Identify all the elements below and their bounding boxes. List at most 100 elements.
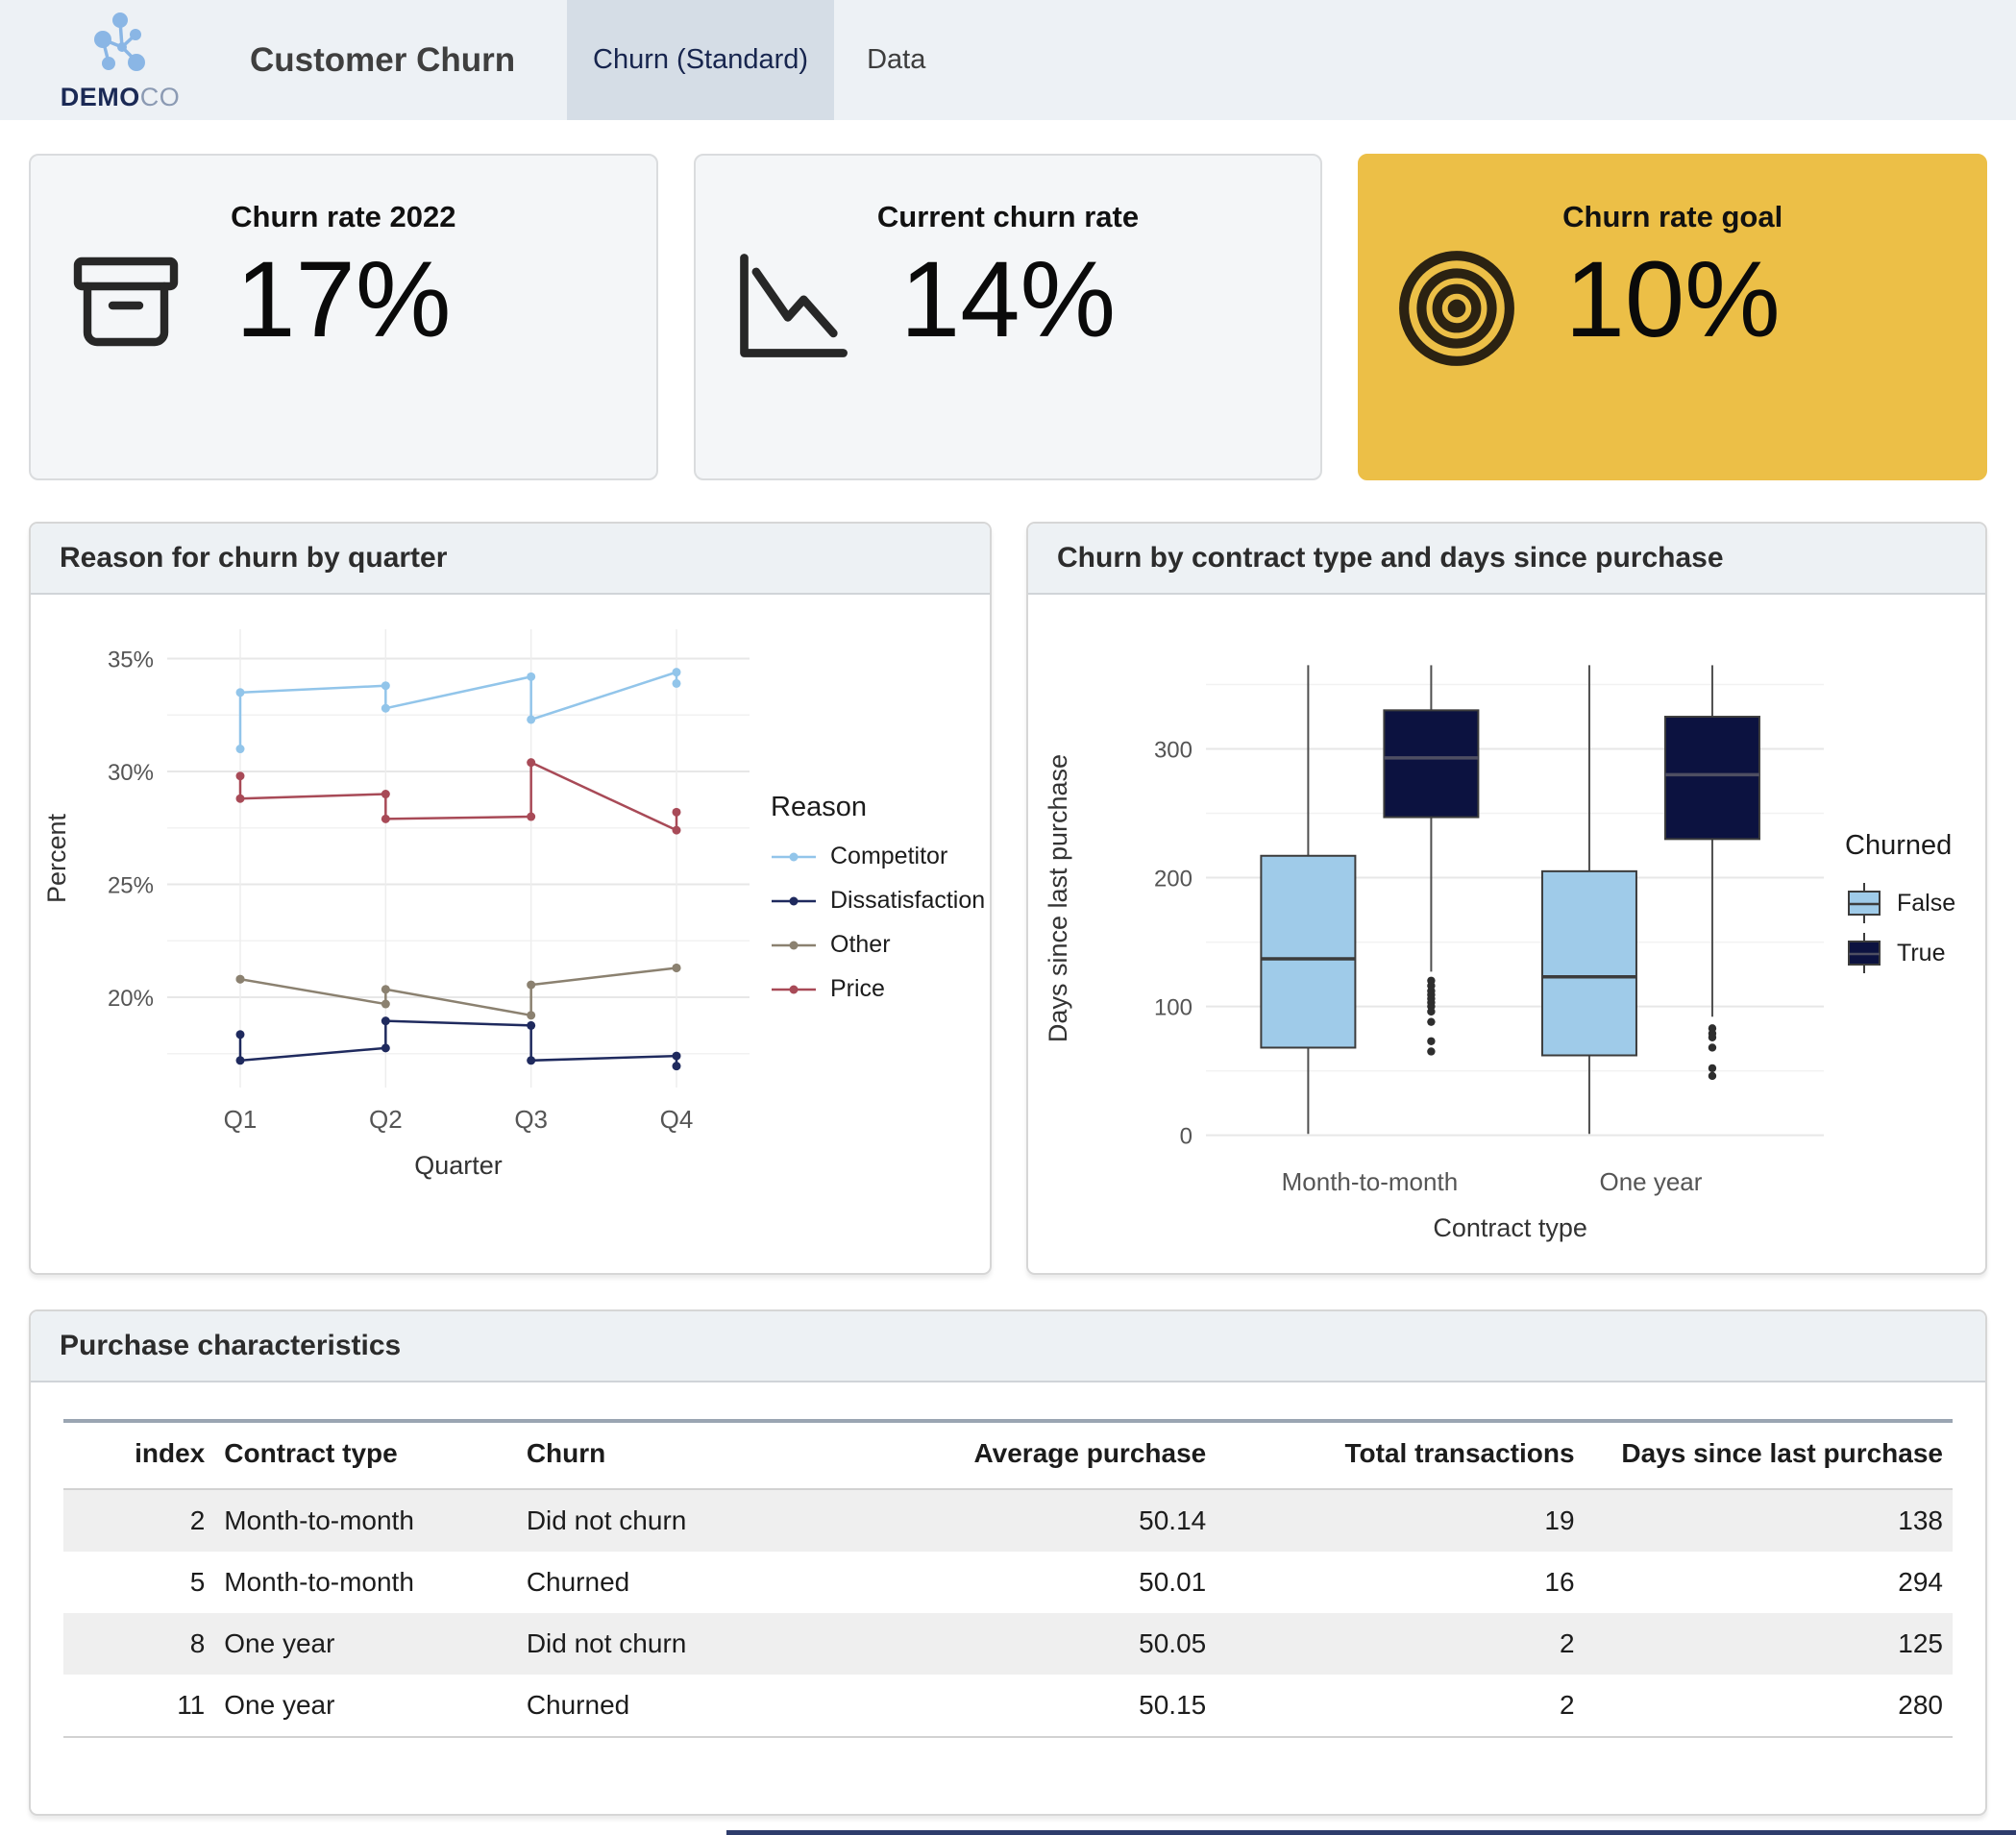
table-cell: 19 — [1216, 1489, 1584, 1552]
svg-text:Month-to-month: Month-to-month — [1282, 1167, 1459, 1196]
table-header-row: indexContract typeChurnAverage purchaseT… — [63, 1421, 1953, 1489]
brand-name-light: CO — [140, 83, 181, 111]
kpi-value: 17% — [31, 242, 656, 358]
svg-text:0: 0 — [1180, 1124, 1192, 1150]
table-cell: 50.14 — [838, 1489, 1216, 1552]
charts-row: Reason for churn by quarter 20%25%30%35%… — [29, 522, 1987, 1275]
box-chart-svg: 0100200300Month-to-monthOne yearDays sin… — [1028, 602, 1845, 1270]
svg-text:Q3: Q3 — [514, 1105, 548, 1134]
panel-purchase-characteristics: Purchase characteristics indexContract t… — [29, 1309, 1987, 1816]
column-header-days-since-last-purchase: Days since last purchase — [1585, 1421, 1953, 1489]
kpi-value: 14% — [696, 242, 1321, 358]
brand-name: DEMOCO — [61, 83, 181, 112]
brand-name-bold: DEMO — [61, 83, 140, 111]
tab-bar: Churn (Standard) Data — [567, 0, 958, 120]
svg-text:One year: One year — [1599, 1167, 1702, 1196]
legend-title: Churned — [1845, 830, 1985, 862]
kpi-label: Current churn rate — [696, 200, 1321, 234]
table-cell: 2 — [63, 1489, 214, 1552]
legend-label: False — [1897, 890, 1955, 918]
kpi-label: Churn rate 2022 — [31, 200, 656, 234]
legend-line-glyph — [771, 851, 817, 863]
svg-text:Contract type: Contract type — [1433, 1213, 1587, 1242]
svg-text:35%: 35% — [108, 648, 154, 673]
svg-text:25%: 25% — [108, 873, 154, 899]
purchase-characteristics-table: indexContract typeChurnAverage purchaseT… — [63, 1419, 1953, 1738]
table-cell: Month-to-month — [214, 1489, 517, 1552]
svg-text:100: 100 — [1154, 995, 1192, 1021]
legend-label: Competitor — [830, 843, 947, 870]
panel-title: Churn by contract type and days since pu… — [1057, 542, 1724, 575]
svg-text:30%: 30% — [108, 760, 154, 786]
legend-item-dissatisfaction: Dissatisfaction — [771, 887, 990, 915]
molecule-logo-icon — [85, 9, 156, 82]
table-cell: Did not churn — [517, 1613, 838, 1675]
line-chart-svg: 20%25%30%35%Q1Q2Q3Q4PercentQuarter — [31, 602, 771, 1270]
column-header-contract-type: Contract type — [214, 1421, 517, 1489]
table-cell: 2 — [1216, 1613, 1584, 1675]
table-cell: 11 — [63, 1675, 214, 1737]
page-title: Customer Churn — [250, 41, 515, 80]
legend-box-glyph — [1845, 931, 1883, 975]
panel-reason-by-quarter: Reason for churn by quarter 20%25%30%35%… — [29, 522, 992, 1275]
table-cell: One year — [214, 1675, 517, 1737]
svg-text:Percent: Percent — [42, 813, 71, 903]
panel-header: Churn by contract type and days since pu… — [1028, 524, 1985, 595]
table-row: 11One yearChurned50.152280 — [63, 1675, 1953, 1737]
legend-line-glyph — [771, 984, 817, 995]
table-row: 8One yearDid not churn50.052125 — [63, 1613, 1953, 1675]
table-cell: 294 — [1585, 1552, 1953, 1613]
brand-logo: DEMOCO — [44, 9, 196, 112]
legend-item-competitor: Competitor — [771, 843, 990, 870]
table-row: 5Month-to-monthChurned50.0116294 — [63, 1552, 1953, 1613]
legend-label: Price — [830, 975, 885, 1003]
svg-text:200: 200 — [1154, 867, 1192, 893]
legend-item-false: False — [1845, 881, 1985, 925]
line-chart-legend: Reason Competitor Dissatisfaction Other Pric… — [771, 595, 990, 1273]
table-cell: Churned — [517, 1552, 838, 1613]
table-cell: 5 — [63, 1552, 214, 1613]
table-cell: 280 — [1585, 1675, 1953, 1737]
table-cell: One year — [214, 1613, 517, 1675]
kpi-card-current-churn: Current churn rate 14% — [694, 154, 1323, 480]
svg-text:Q2: Q2 — [369, 1105, 403, 1134]
table-cell: 50.01 — [838, 1552, 1216, 1613]
kpi-card-churn-goal: Churn rate goal 10% — [1358, 154, 1987, 480]
table-cell: 16 — [1216, 1552, 1584, 1613]
kpi-label: Churn rate goal — [1360, 200, 1985, 234]
kpi-value: 10% — [1360, 242, 1985, 358]
table-cell: 138 — [1585, 1489, 1953, 1552]
legend-item-price: Price — [771, 975, 990, 1003]
tab-data[interactable]: Data — [834, 0, 958, 120]
table-cell: 125 — [1585, 1613, 1953, 1675]
legend-label: Other — [830, 931, 891, 959]
table-cell: Month-to-month — [214, 1552, 517, 1613]
table-cell: 50.05 — [838, 1613, 1216, 1675]
box-chart-body: 0100200300Month-to-monthOne yearDays sin… — [1028, 595, 1985, 1273]
legend-item-other: Other — [771, 931, 990, 959]
tab-churn-standard[interactable]: Churn (Standard) — [567, 0, 834, 120]
panel-title: Reason for churn by quarter — [60, 542, 447, 575]
panel-title: Purchase characteristics — [60, 1330, 401, 1362]
svg-text:300: 300 — [1154, 738, 1192, 764]
legend-label: True — [1897, 940, 1945, 967]
table-row: 2Month-to-monthDid not churn50.1419138 — [63, 1489, 1953, 1552]
legend-title: Reason — [771, 792, 990, 823]
table-wrap: indexContract typeChurnAverage purchaseT… — [31, 1382, 1985, 1738]
column-header-index: index — [63, 1421, 214, 1489]
table-cell: Churned — [517, 1675, 838, 1737]
legend-line-glyph — [771, 940, 817, 951]
legend-box-glyph — [1845, 881, 1883, 925]
svg-text:Q1: Q1 — [224, 1105, 258, 1134]
column-header-churn: Churn — [517, 1421, 838, 1489]
table-cell: 50.15 — [838, 1675, 1216, 1737]
column-header-average-purchase: Average purchase — [838, 1421, 1216, 1489]
kpi-text: Churn rate goal 10% — [1360, 200, 1985, 358]
kpi-row: Churn rate 2022 17% Current churn rate 1… — [29, 154, 1987, 480]
panel-churn-by-contract: Churn by contract type and days since pu… — [1026, 522, 1987, 1275]
legend-line-glyph — [771, 895, 817, 907]
svg-text:Q4: Q4 — [660, 1105, 694, 1134]
column-header-total-transactions: Total transactions — [1216, 1421, 1584, 1489]
legend-item-true: True — [1845, 931, 1985, 975]
panel-header: Reason for churn by quarter — [31, 524, 990, 595]
